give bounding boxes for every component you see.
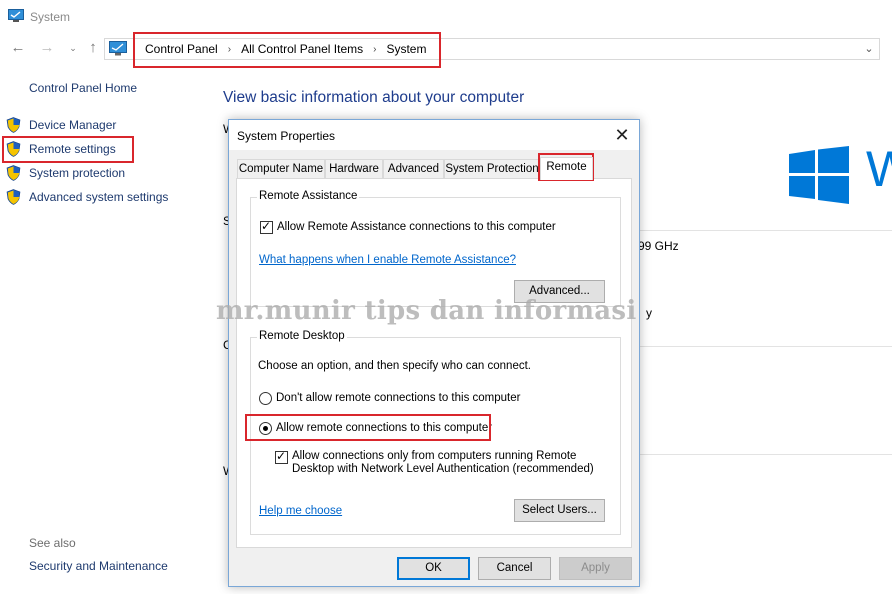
sidebar-item-label: System protection — [29, 166, 126, 180]
highlight-allow-remote-option — [245, 414, 491, 441]
page-title: View basic information about your comput… — [223, 89, 525, 106]
ok-button[interactable]: OK — [397, 557, 470, 580]
sidebar-item-label: Advanced system settings — [29, 190, 169, 204]
partial-value: y — [646, 306, 652, 320]
checkbox-box[interactable]: ✓ — [260, 219, 273, 234]
checkbox-box[interactable]: ✓ — [275, 449, 288, 464]
group-label: Remote Desktop — [257, 330, 347, 342]
window-title: System — [30, 10, 71, 24]
windows-logo-icon — [789, 146, 849, 204]
checkmark-icon: ✓ — [276, 449, 287, 463]
allow-remote-assistance-checkbox[interactable]: ✓ Allow Remote Assistance connections to… — [260, 219, 556, 235]
radio-label: Don't allow remote connections to this c… — [276, 392, 521, 404]
shield-icon — [6, 117, 21, 133]
nla-label-line1: Allow connections only from computers ru… — [292, 450, 577, 462]
close-icon[interactable]: ✕ — [611, 124, 633, 146]
nla-checkbox[interactable]: ✓ Allow connections only from computers … — [275, 449, 594, 476]
divider — [639, 230, 892, 231]
dialog-titlebar: System Properties ✕ — [229, 120, 639, 150]
address-dropdown-icon[interactable]: ⌄ — [861, 40, 877, 58]
remote-assistance-group: Remote Assistance ✓ Allow Remote Assista… — [250, 190, 621, 307]
remote-assistance-help-link[interactable]: What happens when I enable Remote Assist… — [259, 254, 516, 266]
group-label: Remote Assistance — [257, 190, 360, 202]
window-titlebar: System — [0, 0, 892, 34]
checkbox-label: Allow connections only from computers ru… — [292, 450, 594, 476]
dont-allow-remote-radio[interactable]: Don't allow remote connections to this c… — [259, 391, 520, 406]
sidebar-control-panel-home[interactable]: Control Panel Home — [29, 81, 137, 95]
apply-button[interactable]: Apply — [559, 557, 632, 580]
nla-label-line2: Desktop with Network Level Authenticatio… — [292, 463, 594, 475]
tab-computer-name[interactable]: Computer Name — [237, 159, 325, 179]
forward-arrow-icon[interactable]: → — [38, 38, 56, 58]
checkbox-label: Allow Remote Assistance connections to t… — [277, 221, 556, 233]
chevron-down-icon[interactable]: ⌄ — [64, 38, 82, 58]
see-also-security-maintenance[interactable]: Security and Maintenance — [29, 559, 168, 573]
advanced-button[interactable]: Advanced... — [514, 280, 605, 303]
computer-icon — [109, 41, 127, 56]
system-properties-dialog: System Properties ✕ Computer Name Hardwa… — [228, 119, 640, 587]
remote-desktop-instruction: Choose an option, and then specify who c… — [258, 360, 531, 372]
dialog-title: System Properties — [237, 129, 336, 143]
highlight-remote-settings — [2, 136, 134, 163]
shield-icon — [6, 165, 21, 181]
sidebar-item-advanced-system-settings[interactable]: Advanced system settings — [6, 188, 168, 206]
windows-wordmark: W — [866, 141, 892, 197]
sidebar-item-system-protection[interactable]: System protection — [6, 164, 125, 182]
cancel-button[interactable]: Cancel — [478, 557, 551, 580]
tab-hardware[interactable]: Hardware — [325, 159, 383, 179]
back-arrow-icon[interactable]: ← — [9, 38, 27, 58]
see-also-heading: See also — [29, 536, 76, 550]
up-arrow-icon[interactable]: ↑ — [84, 38, 102, 58]
sidebar-item-label: Device Manager — [29, 118, 117, 132]
tab-remote[interactable]: Remote — [540, 157, 593, 180]
sidebar-item-device-manager[interactable]: Device Manager — [6, 116, 116, 134]
help-me-choose-link[interactable]: Help me choose — [259, 505, 342, 517]
divider — [639, 346, 892, 347]
checkmark-icon: ✓ — [261, 219, 272, 233]
tab-system-protection[interactable]: System Protection — [444, 159, 540, 179]
tab-advanced[interactable]: Advanced — [383, 159, 444, 179]
radio-circle[interactable] — [259, 392, 272, 405]
highlight-breadcrumb — [133, 32, 441, 68]
divider — [639, 454, 892, 455]
system-icon — [8, 9, 24, 22]
select-users-button[interactable]: Select Users... — [514, 499, 605, 522]
processor-speed: 99 GHz — [638, 239, 679, 253]
shield-icon — [6, 189, 21, 205]
remote-tab-panel: Remote Assistance ✓ Allow Remote Assista… — [236, 178, 632, 548]
